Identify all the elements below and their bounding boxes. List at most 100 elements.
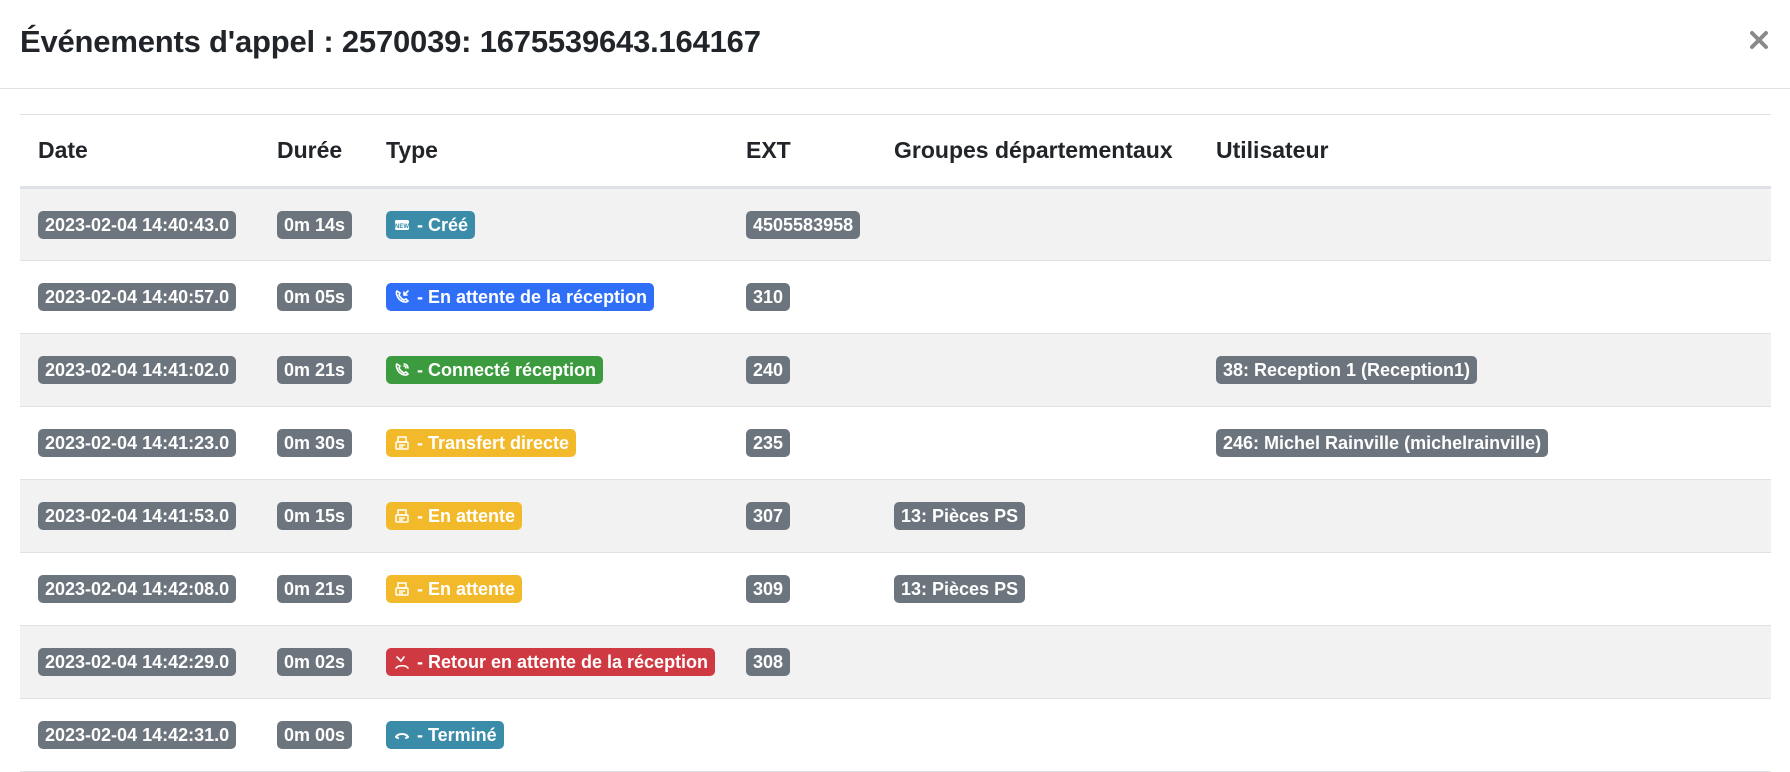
type-badge: - En attente de la réception (386, 283, 655, 311)
ext-badge: 308 (746, 648, 791, 676)
type-label: - En attente de la réception (417, 287, 648, 307)
type-label: - Transfert directe (417, 433, 570, 453)
date-cell: 2023-02-04 14:42:08.0 (20, 552, 259, 626)
duration-badge: 0m 02s (277, 648, 353, 676)
fax-icon (393, 434, 411, 452)
group-cell (876, 698, 1198, 772)
ext-badge: 240 (746, 356, 791, 384)
group-cell: 13: Pièces PS (876, 552, 1198, 626)
column-header-duration[interactable]: Durée (259, 114, 368, 189)
duration-cell: 0m 21s (259, 333, 368, 407)
duration-badge: 0m 05s (277, 283, 353, 311)
user-cell: 38: Reception 1 (Reception1) (1198, 333, 1771, 407)
date-cell: 2023-02-04 14:42:31.0 (20, 698, 259, 772)
column-header-date[interactable]: Date (20, 114, 259, 189)
ext-cell: 309 (728, 552, 876, 626)
duration-badge: 0m 15s (277, 502, 353, 530)
user-badge: 38: Reception 1 (Reception1) (1216, 356, 1478, 384)
svg-text:NEW: NEW (395, 224, 409, 230)
table-row: 2023-02-04 14:42:29.0 0m 02s - Retour en a… (20, 625, 1771, 699)
group-badge: 13: Pièces PS (894, 575, 1026, 603)
date-badge: 2023-02-04 14:41:23.0 (38, 429, 237, 457)
ext-cell: 310 (728, 260, 876, 334)
ext-badge: 235 (746, 429, 791, 457)
duration-cell: 0m 00s (259, 698, 368, 772)
date-cell: 2023-02-04 14:41:53.0 (20, 479, 259, 553)
user-cell (1198, 479, 1771, 553)
date-cell: 2023-02-04 14:42:29.0 (20, 625, 259, 699)
modal-title: Événements d'appel : 2570039: 1675539643… (20, 24, 761, 59)
type-badge: - Terminé (386, 721, 504, 749)
user-cell (1198, 698, 1771, 772)
type-cell: - En attente (368, 479, 728, 553)
ext-cell: 235 (728, 406, 876, 480)
date-badge: 2023-02-04 14:42:31.0 (38, 721, 237, 749)
group-cell (876, 333, 1198, 407)
date-badge: 2023-02-04 14:42:08.0 (38, 575, 237, 603)
group-cell (876, 406, 1198, 480)
ext-badge: 4505583958 (746, 210, 861, 239)
fax-icon (393, 580, 411, 598)
table-row: 2023-02-04 14:41:02.0 0m 21s - Connecté ré… (20, 333, 1771, 407)
date-badge: 2023-02-04 14:40:57.0 (38, 283, 237, 311)
type-cell: - En attente de la réception (368, 260, 728, 334)
type-label: - Créé (417, 214, 469, 235)
type-badge: - Retour en attente de la réception (386, 648, 716, 676)
type-badge: - En attente (386, 502, 523, 530)
user-cell (1198, 625, 1771, 699)
ext-badge: 309 (746, 575, 791, 603)
table-row: 2023-02-04 14:42:08.0 0m 21s - En attente 3… (20, 552, 1771, 626)
fax-icon (393, 507, 411, 525)
type-cell: - Transfert directe (368, 406, 728, 480)
column-header-ext[interactable]: EXT (728, 114, 876, 189)
type-label: - Retour en attente de la réception (417, 652, 709, 672)
date-cell: 2023-02-04 14:40:43.0 (20, 187, 259, 261)
phone-missed-icon (393, 653, 411, 671)
type-label: - En attente (417, 579, 516, 599)
group-badge: 13: Pièces PS (894, 502, 1026, 530)
type-cell: - Retour en attente de la réception (368, 625, 728, 699)
date-badge: 2023-02-04 14:41:02.0 (38, 356, 237, 384)
call-events-table: Date Durée Type EXT Groupes départementa… (20, 114, 1771, 772)
date-cell: 2023-02-04 14:41:02.0 (20, 333, 259, 407)
type-label: - En attente (417, 506, 516, 526)
type-cell: NEW - Créé (368, 187, 728, 261)
duration-badge: 0m 30s (277, 429, 353, 457)
phone-hangup-icon (393, 726, 411, 744)
table-row: 2023-02-04 14:40:57.0 0m 05s - En attente … (20, 260, 1771, 334)
duration-cell: 0m 21s (259, 552, 368, 626)
user-badge: 246: Michel Rainville (michelrainville) (1216, 429, 1549, 457)
column-header-groups[interactable]: Groupes départementaux (876, 114, 1198, 189)
column-header-type[interactable]: Type (368, 114, 728, 189)
date-cell: 2023-02-04 14:41:23.0 (20, 406, 259, 480)
table-row: 2023-02-04 14:42:31.0 0m 00s - Terminé (20, 698, 1771, 772)
ext-cell (728, 698, 876, 772)
ext-badge: 307 (746, 502, 791, 530)
table-row: 2023-02-04 14:40:43.0 0m 14s NEW - Créé 4505… (20, 187, 1771, 261)
column-header-user[interactable]: Utilisateur (1198, 114, 1771, 189)
date-badge: 2023-02-04 14:41:53.0 (38, 502, 237, 530)
new-icon: NEW (393, 216, 411, 234)
ext-cell: 308 (728, 625, 876, 699)
table-row: 2023-02-04 14:41:23.0 0m 30s - Transfert d… (20, 406, 1771, 480)
duration-cell: 0m 02s (259, 625, 368, 699)
type-label: - Terminé (417, 725, 497, 745)
type-cell: - En attente (368, 552, 728, 626)
user-cell (1198, 552, 1771, 626)
duration-cell: 0m 14s (259, 187, 368, 261)
type-label: - Connecté réception (417, 360, 597, 380)
duration-badge: 0m 21s (277, 575, 353, 603)
duration-badge: 0m 14s (277, 210, 353, 239)
group-cell (876, 625, 1198, 699)
duration-cell: 0m 05s (259, 260, 368, 334)
ext-badge: 310 (746, 283, 791, 311)
type-cell: - Terminé (368, 698, 728, 772)
group-cell (876, 187, 1198, 261)
close-button[interactable] (1744, 22, 1774, 58)
duration-cell: 0m 15s (259, 479, 368, 553)
close-icon (1750, 31, 1768, 49)
ext-cell: 240 (728, 333, 876, 407)
ext-cell: 4505583958 (728, 187, 876, 261)
user-cell (1198, 187, 1771, 261)
date-cell: 2023-02-04 14:40:57.0 (20, 260, 259, 334)
